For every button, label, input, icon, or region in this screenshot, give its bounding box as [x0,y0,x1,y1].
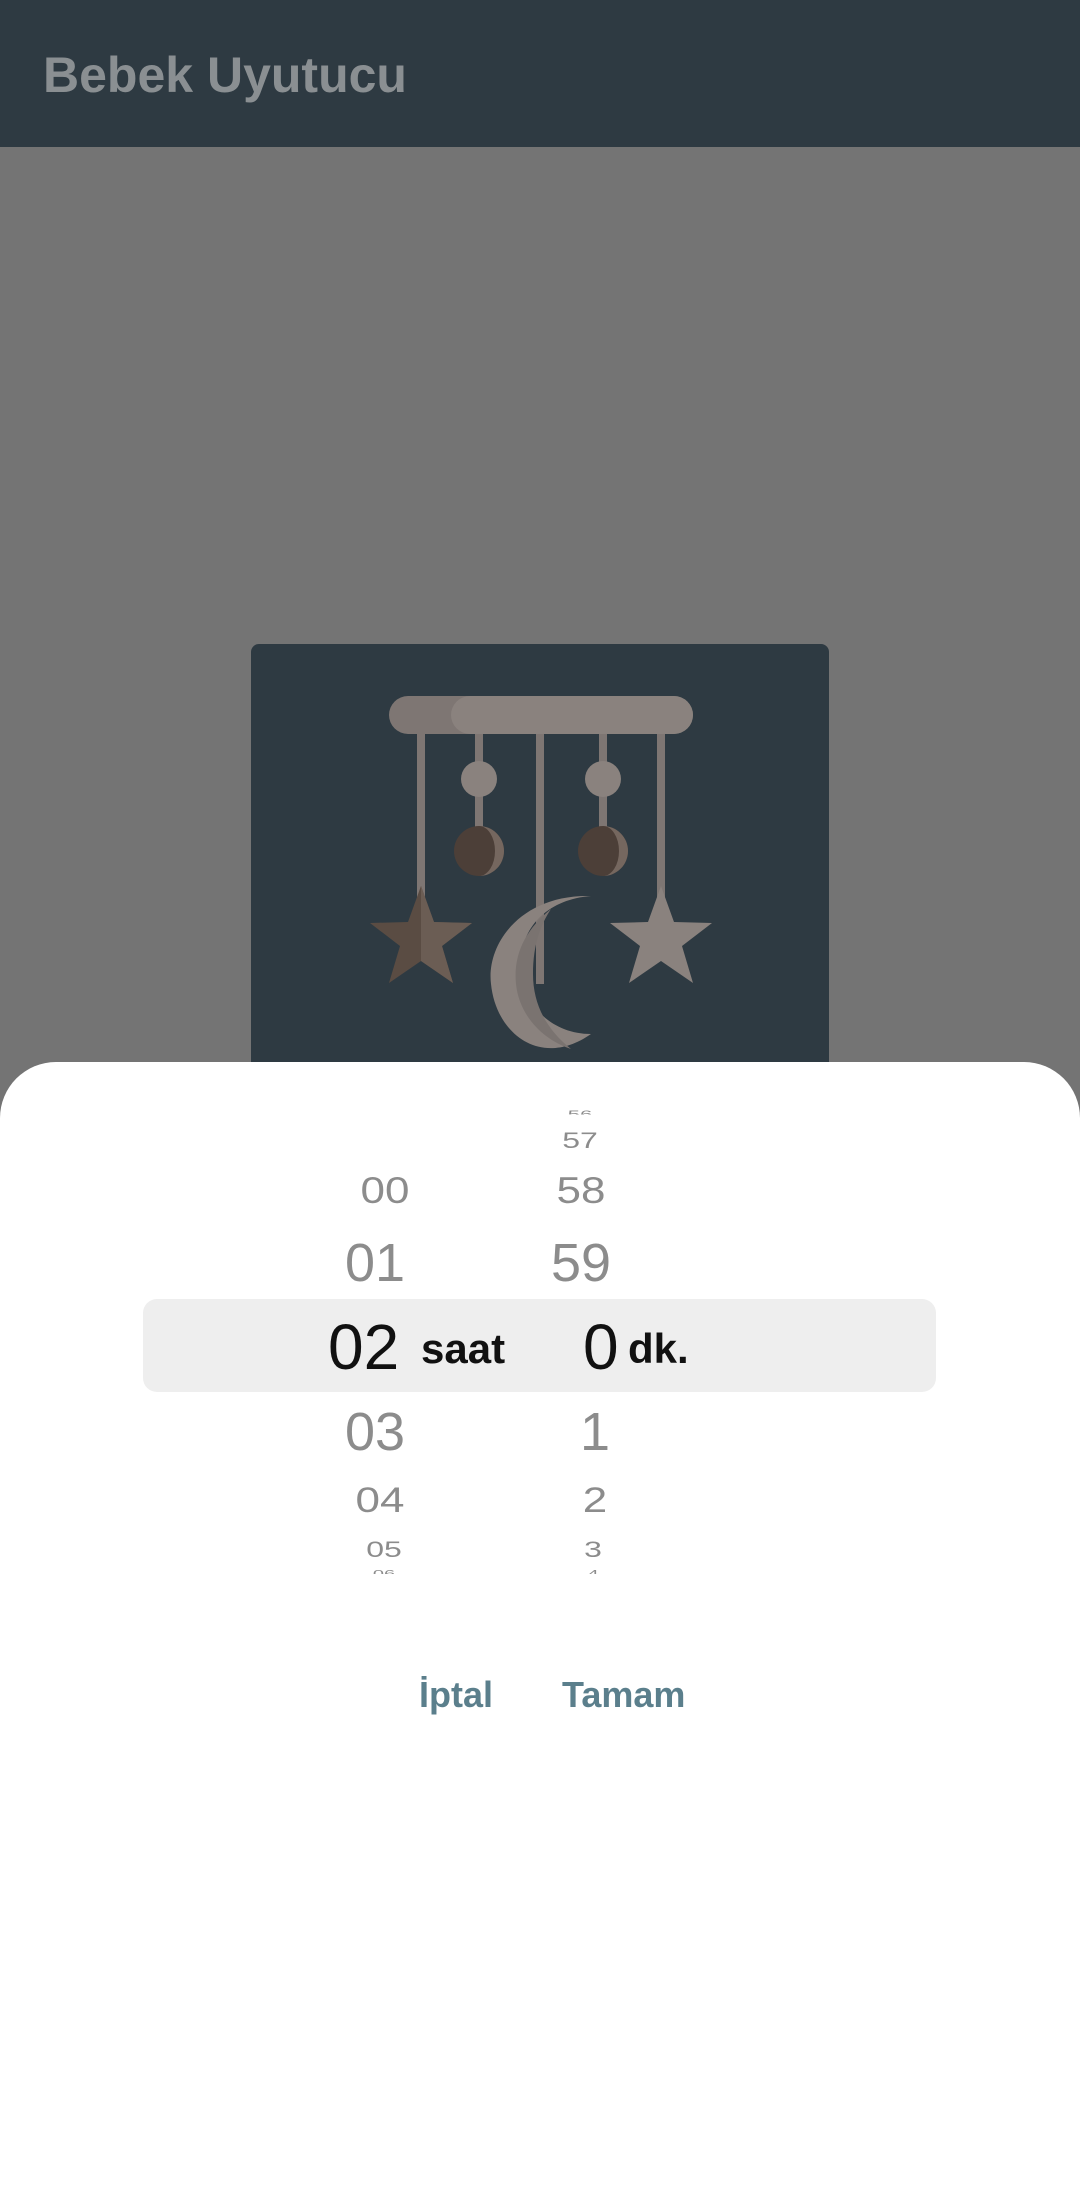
app-bar: Bebek Uyutucu [0,0,1080,147]
minute-item[interactable]: 56 [540,1108,620,1115]
hour-item[interactable]: 01 [330,1232,420,1294]
hour-item[interactable]: 04 [335,1481,425,1521]
hour-unit-label: saat [421,1325,506,1372]
minute-item[interactable]: 1 [550,1401,640,1463]
hour-item[interactable]: 06 [339,1568,429,1575]
minute-item[interactable]: 58 [536,1170,626,1213]
minute-item[interactable]: 59 [536,1232,626,1294]
minute-item[interactable]: 2 [550,1481,640,1521]
ok-button[interactable]: Tamam [552,1668,695,1722]
minute-item[interactable]: 57 [540,1128,620,1154]
minute-unit-label: dk. [628,1325,689,1372]
hour-selected[interactable]: 02 [328,1310,399,1384]
minute-item[interactable]: 3 [550,1537,636,1563]
cancel-button[interactable]: İptal [409,1668,503,1722]
hour-item[interactable]: 05 [339,1537,429,1563]
minute-item[interactable]: 4 [550,1568,636,1575]
hour-item[interactable]: 03 [330,1401,420,1463]
hour-item[interactable]: 00 [340,1170,430,1213]
selection-highlight [143,1299,936,1392]
app-title: Bebek Uyutucu [43,47,407,103]
minute-selected[interactable]: 0 [583,1310,619,1384]
